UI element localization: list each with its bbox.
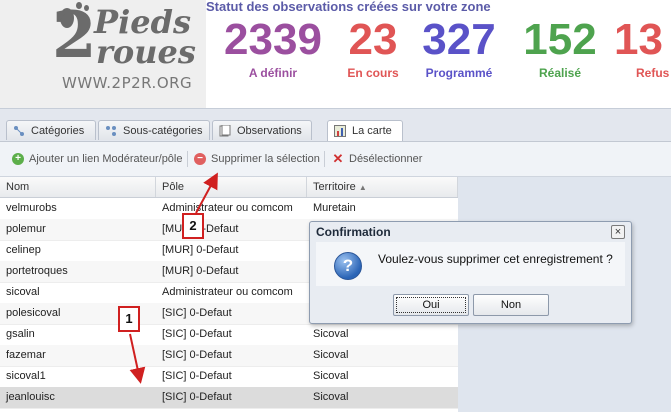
cell-nom: portetroques <box>6 265 68 277</box>
close-icon[interactable]: × <box>611 225 625 239</box>
cell-pole: [MUR] 0-Defaut <box>162 244 239 256</box>
stat-label: A définir <box>248 66 298 80</box>
tab-categories[interactable]: Catégories <box>6 120 96 140</box>
cell-territoire: Muretain <box>313 202 356 214</box>
plus-icon: + <box>12 153 24 165</box>
cell-nom: sicoval1 <box>6 370 46 382</box>
logo-word-roues: roues <box>96 33 196 71</box>
question-icon: ? <box>334 252 362 280</box>
stat-value: 327 <box>422 15 496 64</box>
table-row[interactable]: jeanlouisc [SIC] 0-Defaut Sicoval <box>0 387 458 409</box>
stat-value: 2339 <box>224 15 322 64</box>
tab-label: Sous-catégories <box>123 125 203 137</box>
stat-programme[interactable]: 327 Programmé <box>412 14 506 80</box>
column-header-pole[interactable]: Pôle <box>156 177 307 197</box>
grid-header: Nom Pôle Territoire ▲ <box>0 177 458 198</box>
cell-pole: [SIC] 0-Defaut <box>162 370 232 382</box>
cell-nom: sicoval <box>6 286 40 298</box>
table-row[interactable]: velmurobs Administrateur ou comcom Muretai… <box>0 198 458 220</box>
yes-button[interactable]: Oui <box>393 294 469 316</box>
cell-pole: [SIC] 0-Defaut <box>162 391 232 403</box>
add-link-label: Ajouter un lien Modérateur/pôle <box>29 153 183 165</box>
deselect-button[interactable]: ✕ Désélectionner <box>332 151 423 167</box>
cell-pole: [SIC] 0-Defaut <box>162 349 232 361</box>
cell-nom: polemur <box>6 223 46 235</box>
dialog-body: ? Voulez-vous supprimer cet enregistreme… <box>316 242 625 286</box>
logo-digit: 2 <box>52 0 97 73</box>
column-header-territoire[interactable]: Territoire ▲ <box>307 177 458 197</box>
stat-realise[interactable]: 152 Réalisé <box>514 14 606 80</box>
tab-observations[interactable]: Observations <box>212 120 312 140</box>
cross-icon: ✕ <box>332 151 344 166</box>
cell-territoire: Sicoval <box>313 370 349 382</box>
cell-pole: [MUR] 0-Defaut <box>162 265 239 277</box>
cell-territoire: Sicoval <box>313 328 349 340</box>
stat-label: Programmé <box>425 66 493 80</box>
stat-en-cours[interactable]: 23 En cours <box>340 14 406 80</box>
subcategories-icon <box>106 126 116 136</box>
stat-value: 152 <box>523 15 597 64</box>
callout-step-1: 1 <box>118 306 140 332</box>
stat-a-definir[interactable]: 2339 A définir <box>214 14 332 80</box>
logo: 2 Pieds roues WWW.2P2R.ORG <box>0 0 206 108</box>
cell-pole: Administrateur ou comcom <box>162 202 293 214</box>
toolbar: + Ajouter un lien Modérateur/pôle − Supp… <box>0 142 671 177</box>
cell-pole: [SIC] 0-Defaut <box>162 307 232 319</box>
stat-value: 13 <box>614 15 663 64</box>
cell-territoire: Sicoval <box>313 391 349 403</box>
cell-nom: jeanlouisc <box>6 391 55 403</box>
map-icon <box>334 125 346 137</box>
toolbar-separator <box>187 151 188 167</box>
column-label: Pôle <box>162 181 185 193</box>
tab-sous-categories[interactable]: Sous-catégories <box>98 120 210 140</box>
column-label: Nom <box>6 181 30 193</box>
cell-pole: [MUR] 0-Defaut <box>162 223 239 235</box>
column-label: Territoire <box>313 181 356 193</box>
stat-refus[interactable]: 13 Refus <box>614 14 671 80</box>
table-row[interactable]: fazemar [SIC] 0-Defaut Sicoval <box>0 345 458 367</box>
minus-icon: − <box>194 153 206 165</box>
add-link-button[interactable]: + Ajouter un lien Modérateur/pôle <box>12 151 182 167</box>
categories-icon <box>14 126 24 136</box>
table-row[interactable]: sicoval1 [SIC] 0-Defaut Sicoval <box>0 366 458 388</box>
cell-pole: Administrateur ou comcom <box>162 286 293 298</box>
observations-icon <box>219 125 231 137</box>
tab-la-carte[interactable]: La carte <box>327 120 403 141</box>
toolbar-separator <box>324 151 325 167</box>
sort-asc-icon: ▲ <box>358 183 367 192</box>
tab-label: Observations <box>237 125 302 137</box>
stats-title: Statut des observations créées sur votre… <box>206 0 491 14</box>
cell-nom: celinep <box>6 244 41 256</box>
cell-territoire: Sicoval <box>313 349 349 361</box>
no-button[interactable]: Non <box>473 294 549 316</box>
stat-label: En cours <box>347 66 399 80</box>
delete-selection-button[interactable]: − Supprimer la sélection <box>194 151 320 167</box>
stat-label: Réalisé <box>538 66 582 80</box>
cell-nom: velmurobs <box>6 202 57 214</box>
column-header-nom[interactable]: Nom <box>0 177 156 197</box>
logo-url: WWW.2P2R.ORG <box>62 74 193 92</box>
cell-nom: fazemar <box>6 349 46 361</box>
tab-bar: Catégories Sous-catégories Observations … <box>0 109 671 142</box>
tab-label: Catégories <box>31 125 85 137</box>
confirmation-dialog: Confirmation × ? Voulez-vous supprimer c… <box>309 221 632 324</box>
stat-value: 23 <box>348 15 398 64</box>
cell-pole: [SIC] 0-Defaut <box>162 328 232 340</box>
dialog-message: Voulez-vous supprimer cet enregistrement… <box>378 252 613 266</box>
delete-selection-label: Supprimer la sélection <box>211 153 320 165</box>
table-row[interactable]: gsalin [SIC] 0-Defaut Sicoval <box>0 324 458 346</box>
dialog-title: Confirmation <box>316 225 391 239</box>
callout-step-2: 2 <box>182 213 204 239</box>
stat-label: Refus <box>636 66 670 80</box>
deselect-label: Désélectionner <box>349 153 423 165</box>
tab-label: La carte <box>352 125 392 137</box>
